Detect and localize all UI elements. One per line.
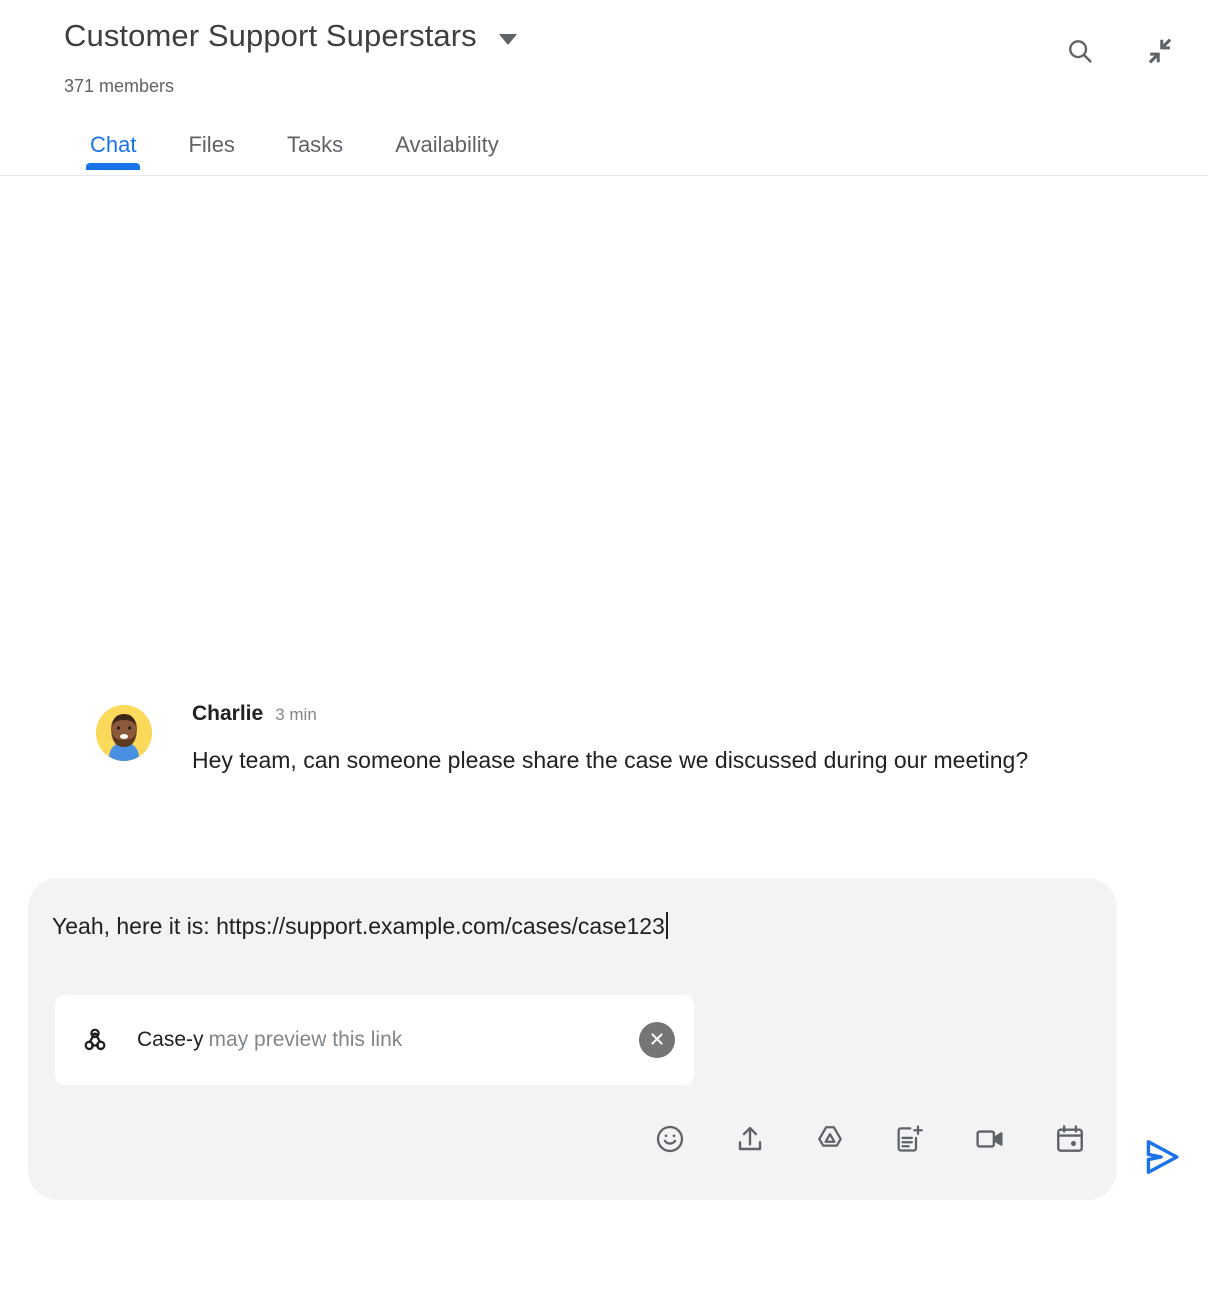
tab-files[interactable]: Files (162, 122, 260, 168)
message-body: Charlie 3 min Hey team, can someone plea… (192, 700, 1106, 780)
emoji-smiley-icon (654, 1123, 686, 1158)
video-meeting-button[interactable] (968, 1118, 1012, 1162)
link-chip-dismiss-button[interactable] (639, 1022, 675, 1058)
tab-active-indicator (86, 163, 141, 170)
header-actions (1058, 30, 1182, 74)
compose-input-wrapper[interactable]: Yeah, here it is: https://support.exampl… (52, 907, 668, 945)
header-divider (0, 175, 1208, 176)
bearded-man-avatar-icon (96, 705, 152, 761)
create-task-button[interactable] (888, 1118, 932, 1162)
google-drive-button[interactable] (808, 1118, 852, 1162)
avatar[interactable] (96, 705, 152, 761)
member-count-label: 371 members (64, 76, 175, 96)
webhook-icon (80, 1025, 110, 1055)
collapse-arrows-icon (1145, 36, 1175, 69)
calendar-invite-button[interactable] (1048, 1118, 1092, 1162)
text-cursor (665, 912, 668, 939)
tab-files-label: Files (188, 132, 235, 157)
message-item: Charlie 3 min Hey team, can someone plea… (96, 700, 1106, 780)
link-chip-app-name: Case-y (137, 1028, 204, 1051)
space-title-row[interactable]: Customer Support Superstars (64, 16, 517, 56)
search-icon (1065, 36, 1095, 69)
tab-chat-label: Chat (90, 132, 137, 157)
message-timestamp: 3 min (275, 705, 317, 724)
compose-toolbar (648, 1118, 1092, 1162)
send-icon (1138, 1133, 1186, 1184)
compose-box[interactable]: Yeah, here it is: https://support.exampl… (28, 878, 1117, 1200)
space-tabs: Chat Files Tasks Availability (64, 122, 525, 170)
message-header: Charlie 3 min (192, 700, 1106, 729)
message-author: Charlie (192, 702, 264, 725)
note-add-icon (894, 1123, 926, 1158)
upload-icon (734, 1123, 766, 1158)
collapse-button[interactable] (1138, 30, 1182, 74)
search-button[interactable] (1058, 30, 1102, 74)
emoji-button[interactable] (648, 1118, 692, 1162)
link-chip-text: Case-y may preview this link (137, 1026, 402, 1054)
link-chip-subtitle: may preview this link (208, 1028, 403, 1051)
tab-tasks[interactable]: Tasks (261, 122, 369, 168)
link-preview-chip[interactable]: Case-y may preview this link (55, 995, 694, 1085)
compose-input-text: Yeah, here it is: https://support.exampl… (52, 913, 665, 939)
close-icon (647, 1029, 667, 1052)
chevron-down-icon[interactable] (498, 33, 517, 45)
page-title: Customer Support Superstars (64, 18, 477, 53)
video-camera-icon (974, 1123, 1006, 1158)
calendar-event-icon (1054, 1123, 1086, 1158)
google-drive-icon (814, 1123, 846, 1158)
space-header: Customer Support Superstars 371 members … (0, 0, 1208, 176)
message-text: Hey team, can someone please share the c… (192, 747, 1029, 773)
tab-chat[interactable]: Chat (64, 122, 162, 170)
send-button[interactable] (1136, 1132, 1188, 1184)
tab-availability[interactable]: Availability (369, 122, 525, 168)
tab-tasks-label: Tasks (286, 132, 344, 157)
tab-availability-label: Availability (395, 132, 499, 157)
upload-file-button[interactable] (728, 1118, 772, 1162)
